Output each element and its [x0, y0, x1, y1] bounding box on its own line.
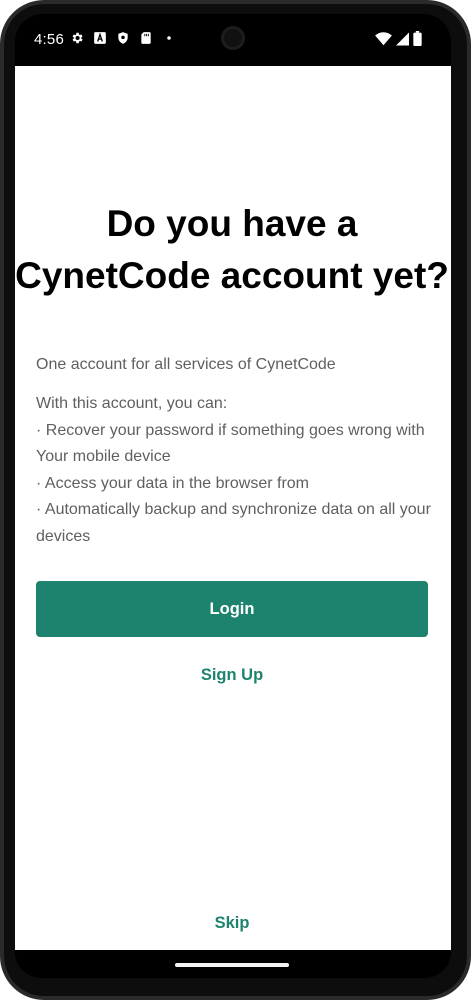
feature-line: · Access your data in the browser from — [36, 474, 309, 492]
feature-line: devices — [36, 527, 91, 545]
navigation-bar — [15, 950, 451, 978]
feature-line: Your mobile device — [36, 448, 171, 466]
wifi-icon — [375, 31, 392, 51]
feature-line: · Recover your password if something goe… — [36, 421, 425, 439]
feature-line: · Automatically backup and synchronize d… — [36, 501, 431, 519]
status-icons-right — [375, 31, 422, 51]
sign-up-button[interactable]: Sign Up — [15, 666, 449, 685]
skip-button[interactable]: Skip — [15, 914, 449, 933]
page-title: Do you have a CynetCode account yet? — [15, 203, 449, 296]
app-screen: Do you have a CynetCode account yet? One… — [15, 66, 451, 950]
status-bar: 4:56 — [15, 14, 451, 66]
font-a-icon — [93, 31, 107, 45]
features-intro: With this account, you can: — [36, 395, 228, 412]
dot-icon — [162, 31, 176, 45]
settings-gear-icon — [70, 31, 84, 45]
battery-icon — [413, 31, 422, 51]
home-gesture-handle[interactable] — [175, 963, 289, 967]
sd-card-icon — [139, 31, 153, 45]
status-icons-left — [70, 31, 176, 45]
front-camera-icon — [221, 26, 245, 50]
features-list: With this account, you can: · Recover yo… — [36, 391, 436, 551]
login-button[interactable]: Login — [36, 581, 428, 637]
status-time: 4:56 — [34, 31, 64, 48]
cellular-signal-icon — [396, 32, 409, 51]
page-subtitle: One account for all services of CynetCod… — [36, 356, 336, 373]
shield-icon — [116, 31, 130, 45]
